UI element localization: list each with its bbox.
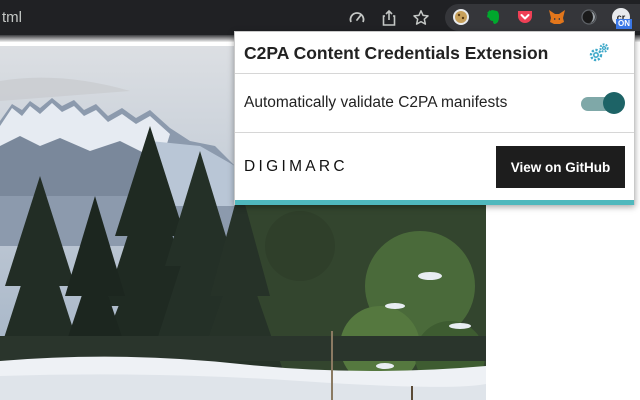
view-on-github-button[interactable]: View on GitHub [496, 146, 625, 188]
c2pa-extension-popup: C2PA Content Credentials Extension Autom… [234, 31, 635, 205]
auto-validate-toggle[interactable] [581, 92, 625, 114]
performance-icon[interactable] [347, 8, 367, 28]
metamask-fox-icon[interactable] [547, 7, 567, 27]
popup-footer: DIGIMARC View on GitHub [235, 134, 634, 200]
popup-header: C2PA Content Credentials Extension [235, 32, 634, 74]
auto-validate-row: Automatically validate C2PA manifests [235, 75, 634, 133]
evernote-icon[interactable] [483, 7, 503, 27]
digimarc-logo: DIGIMARC [244, 158, 348, 175]
address-bar-text[interactable]: tml [2, 9, 22, 26]
extension-on-badge: ON [616, 19, 632, 29]
toggle-knob [603, 92, 625, 114]
auto-validate-label: Automatically validate C2PA manifests [244, 94, 508, 111]
gears-settings-icon[interactable] [587, 41, 611, 65]
browser-toolbar: tml cr ON [0, 0, 640, 35]
bookmark-star-icon[interactable] [411, 8, 431, 28]
popup-title: C2PA Content Credentials Extension [244, 43, 549, 63]
share-icon[interactable] [379, 8, 399, 28]
moon-extension-icon[interactable] [579, 7, 599, 27]
pocket-icon[interactable] [515, 7, 535, 27]
popup-accent-bar [235, 200, 634, 205]
cookie-extension-icon[interactable] [451, 7, 471, 27]
c2pa-extension-icon[interactable]: cr ON [611, 7, 632, 29]
